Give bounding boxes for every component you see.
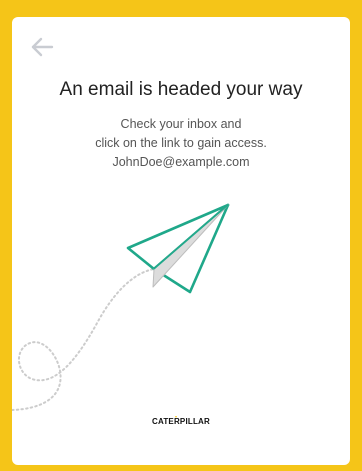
arrow-left-icon <box>31 37 54 57</box>
paper-plane-icon <box>126 203 230 294</box>
instruction-line-1: Check your inbox and <box>120 117 242 131</box>
svg-text:CATERPILLAR: CATERPILLAR <box>152 417 210 426</box>
plane-trail <box>12 268 155 411</box>
instruction-line-2: click on the link to gain access. <box>95 136 267 150</box>
page-title: An email is headed your way <box>59 79 303 100</box>
paper-plane-illustration <box>12 203 230 411</box>
email-sent-card: An email is headed your way Check your i… <box>12 17 350 465</box>
email-address: JohnDoe@example.com <box>112 155 250 169</box>
back-button[interactable] <box>30 37 56 57</box>
caterpillar-logo: CATERPILLAR <box>152 416 210 426</box>
